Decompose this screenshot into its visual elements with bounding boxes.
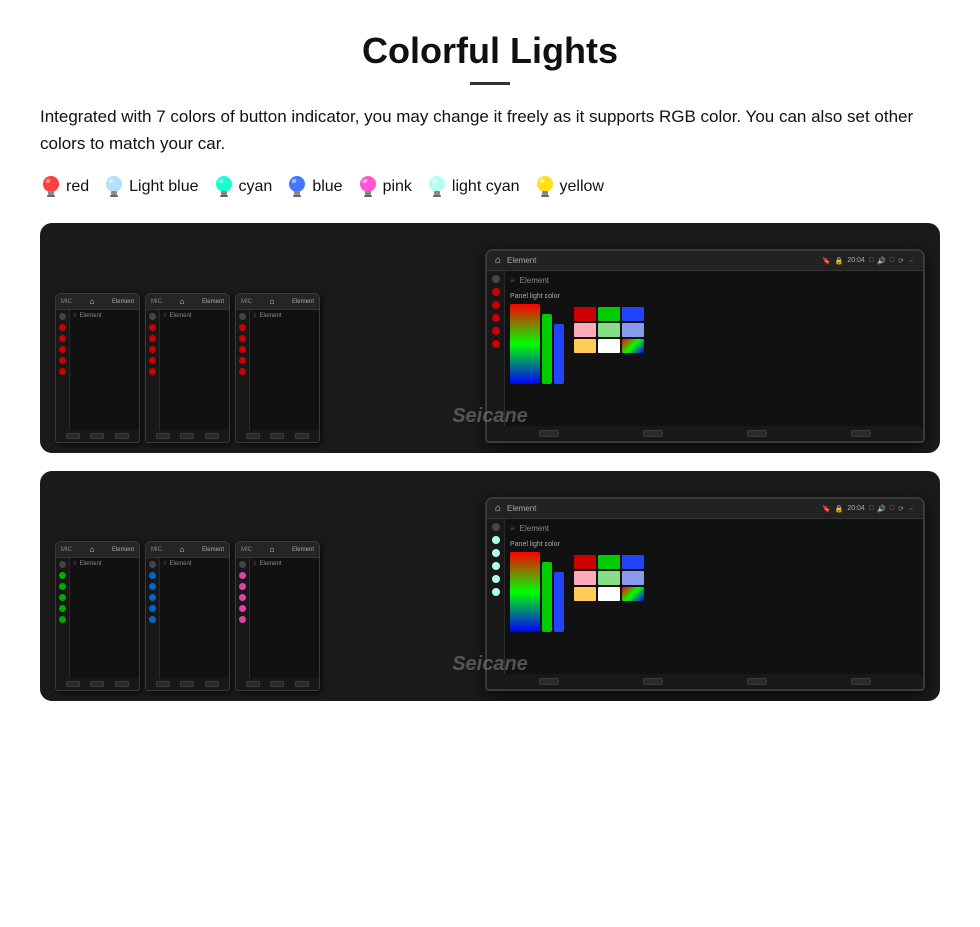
pink-bulb-icon — [357, 173, 379, 201]
color-item-lightcyan: light cyan — [426, 173, 520, 201]
red-bulb-icon — [40, 173, 62, 201]
yellow-bulb-icon — [534, 173, 556, 201]
color-item-red: red — [40, 173, 89, 201]
color-item-lightblue: Light blue — [103, 173, 198, 201]
color-item-cyan: cyan — [213, 173, 273, 201]
red-label: red — [66, 178, 89, 196]
pink-label: pink — [383, 178, 412, 196]
color-item-yellow: yellow — [534, 173, 604, 201]
blue-label: blue — [312, 178, 342, 196]
blue-bulb-icon — [286, 173, 308, 201]
cyan-label: cyan — [239, 178, 273, 196]
page-container: Colorful Lights Integrated with 7 colors… — [0, 0, 980, 739]
color-item-blue: blue — [286, 173, 342, 201]
panel-label-top: Panel light color — [510, 293, 564, 300]
panel-label-bottom: Panel light color — [510, 541, 564, 548]
bottom-device-showcase: MIC ⌂ Element — [40, 471, 940, 701]
page-title: Colorful Lights — [40, 30, 940, 72]
description-text: Integrated with 7 colors of button indic… — [40, 103, 940, 157]
yellow-label: yellow — [560, 178, 604, 196]
top-device-showcase: MIC ⌂ Element — [40, 223, 940, 453]
lightblue-label: Light blue — [129, 178, 198, 196]
color-item-pink: pink — [357, 173, 412, 201]
lightcyan-label: light cyan — [452, 178, 520, 196]
lightblue-bulb-icon — [103, 173, 125, 201]
color-indicators-row: red Light blue cyan — [40, 173, 940, 201]
cyan-bulb-icon — [213, 173, 235, 201]
title-divider — [470, 82, 510, 85]
lightcyan-bulb-icon — [426, 173, 448, 201]
